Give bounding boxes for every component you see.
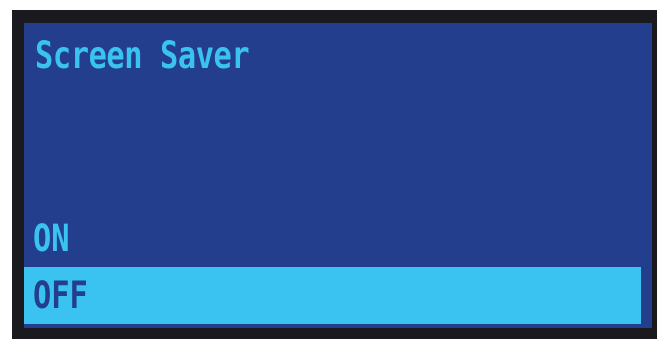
- option-off-selected[interactable]: OFF: [24, 267, 641, 324]
- option-on-label: ON: [33, 217, 70, 260]
- option-off-label: OFF: [33, 274, 88, 317]
- option-on[interactable]: ON: [24, 212, 641, 266]
- screen-saver-menu: Screen Saver ON OFF: [24, 23, 652, 328]
- menu-title: Screen Saver: [35, 34, 250, 77]
